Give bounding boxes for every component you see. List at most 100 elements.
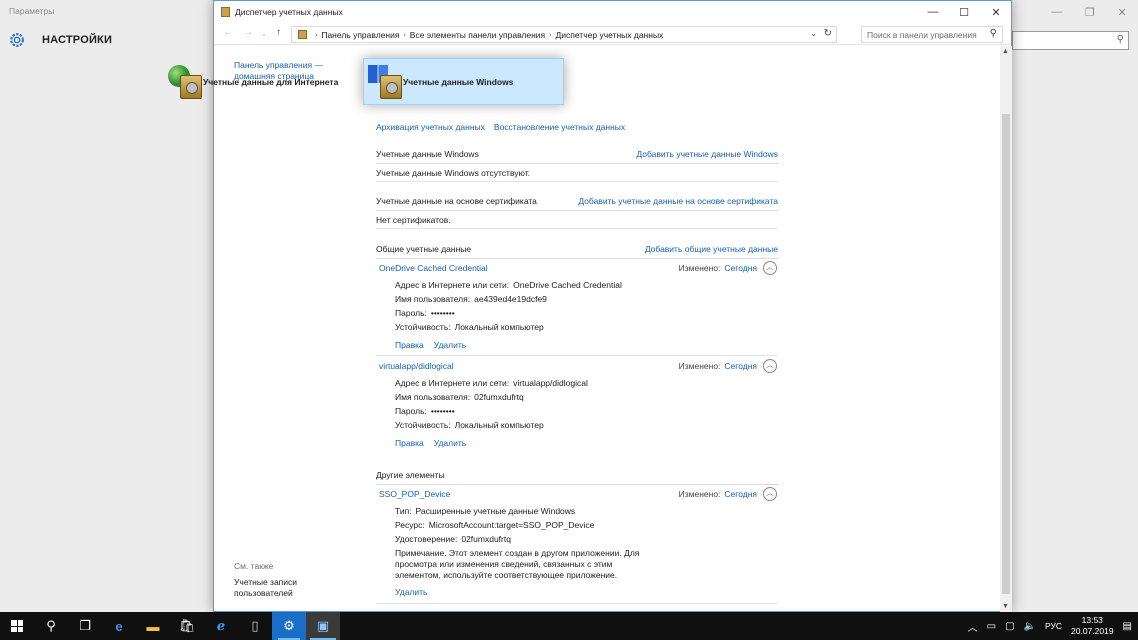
back-arrow-icon[interactable]: ←	[223, 27, 233, 38]
field-label: Имя пользователя:	[395, 294, 471, 304]
scroll-down-icon[interactable]: ▼	[1002, 603, 1009, 610]
modified-label: Изменено:	[678, 263, 721, 273]
settings-heading: НАСТРОЙКИ	[42, 34, 113, 46]
edit-link[interactable]: Правка	[395, 340, 424, 350]
username-value: 02fumxdufrtq	[474, 392, 524, 402]
windows-credentials-section: Учетные данные Windows Добавить учетные …	[376, 146, 778, 164]
credential-actions: Удалить	[395, 587, 427, 597]
credential-name[interactable]: OneDrive Cached Credential	[379, 263, 488, 273]
scroll-up-icon[interactable]: ▲	[1002, 48, 1009, 55]
network-icon[interactable]: ▢	[1005, 621, 1014, 632]
tile-windows-credentials[interactable]: Учетные данные Windows	[363, 58, 564, 105]
scrollbar-thumb[interactable]	[1002, 114, 1010, 594]
address-bar[interactable]: › Панель управления › Все элементы панел…	[291, 26, 837, 43]
breadcrumb-control-panel[interactable]: Панель управления	[321, 30, 399, 40]
persistence-value: Локальный компьютер	[454, 420, 544, 430]
credential-name[interactable]: SSO_POP_Device	[379, 489, 450, 499]
minimize-button[interactable]: —	[917, 1, 949, 23]
hardware-icon[interactable]: ▭	[987, 621, 996, 632]
edge-icon[interactable]: e	[102, 612, 136, 640]
password-value: ••••••••	[430, 308, 455, 318]
notification-icon[interactable]: ▤	[1123, 621, 1132, 632]
tile-web-credentials[interactable]: Учетные данные для Интернета	[164, 58, 360, 105]
settings-icon[interactable]: ⚙	[272, 612, 306, 640]
add-certificate-credential-link[interactable]: Добавить учетные данные на основе сертиф…	[578, 196, 778, 206]
certificate-credentials-section: Учетные данные на основе сертификата Доб…	[376, 193, 778, 211]
delete-link[interactable]: Удалить	[395, 587, 427, 597]
credential-persistence-row: Устойчивость: Локальный компьютер	[395, 420, 544, 430]
credential-actions: Правка Удалить	[395, 438, 466, 448]
credential-modified: Изменено: Сегодня	[679, 361, 757, 371]
language-indicator[interactable]: РУС	[1045, 621, 1062, 631]
delete-link[interactable]: Удалить	[434, 438, 466, 448]
field-label: Пароль:	[395, 308, 427, 318]
close-button[interactable]: ✕	[980, 1, 1012, 23]
settings-search-input[interactable]: ⚲	[1012, 31, 1129, 50]
up-arrow-icon[interactable]: ↑	[276, 27, 281, 38]
minimize-icon[interactable]: —	[1051, 6, 1062, 18]
task-view-icon[interactable]: ❐	[68, 612, 102, 640]
store-icon[interactable]: 🛍	[170, 612, 204, 640]
collapse-chevron-icon[interactable]: ︿	[763, 359, 777, 373]
user-accounts-link[interactable]: Учетные записи пользователей	[234, 577, 314, 599]
modified-label: Изменено:	[678, 489, 721, 499]
start-button[interactable]	[0, 612, 34, 640]
credential-header[interactable]: SSO_POP_Device Изменено: Сегодня ︿	[376, 487, 778, 505]
credential-header[interactable]: OneDrive Cached Credential Изменено: Сег…	[376, 261, 778, 279]
chevron-right-icon[interactable]: ›	[403, 32, 405, 39]
forward-arrow-icon[interactable]: →	[243, 27, 253, 38]
credential-name[interactable]: virtualapp/didlogical	[379, 361, 454, 371]
file-explorer-icon[interactable]: ▬	[136, 612, 170, 640]
credential-password-row: Пароль: ••••••••	[395, 308, 455, 318]
credential-persistence-row: Устойчивость: Локальный компьютер	[395, 322, 544, 332]
edit-link[interactable]: Правка	[395, 438, 424, 448]
username-value: ae439ed4e19dcfe9	[474, 294, 547, 304]
password-value: ••••••••	[430, 406, 455, 416]
breadcrumb-all-items[interactable]: Все элементы панели управления	[410, 30, 545, 40]
chevron-up-icon[interactable]: ︿	[968, 619, 978, 634]
add-generic-credential-link[interactable]: Добавить общие учетные данные	[645, 244, 778, 254]
credential-note: Примечание. Этот элемент создан в другом…	[395, 548, 640, 580]
credential-header[interactable]: virtualapp/didlogical Изменено: Сегодня …	[376, 359, 778, 377]
volume-icon[interactable]: 🔈	[1024, 621, 1036, 632]
section-title: Общие учетные данные	[376, 244, 472, 254]
add-windows-credential-link[interactable]: Добавить учетные данные Windows	[636, 149, 778, 159]
gear-icon[interactable]	[8, 31, 26, 49]
breadcrumb-credential-manager[interactable]: Диспетчер учетных данных	[556, 30, 664, 40]
maximize-icon[interactable]: ❐	[1085, 6, 1095, 19]
credential-address-row: Адрес в Интернете или сети: OneDrive Cac…	[395, 280, 622, 290]
credential-modified: Изменено: Сегодня	[679, 489, 757, 499]
collapse-chevron-icon[interactable]: ︿	[763, 487, 777, 501]
credential-type-row: Тип: Расширенные учетные данные Windows	[395, 506, 575, 516]
credential-username-row: Имя пользователя: ae439ed4e19dcfe9	[395, 294, 547, 304]
recent-chevron-icon[interactable]: ⌄	[261, 30, 267, 38]
backup-credentials-link[interactable]: Архивация учетных данных	[376, 122, 485, 132]
field-label: Тип:	[395, 506, 412, 516]
restore-credentials-link[interactable]: Восстановление учетных данных	[494, 122, 625, 132]
ie-icon[interactable]: ℯ	[204, 612, 238, 640]
collapse-chevron-icon[interactable]: ︿	[763, 261, 777, 275]
chevron-right-icon[interactable]: ›	[315, 32, 317, 39]
chevron-right-icon[interactable]: ›	[549, 32, 551, 39]
divider	[376, 181, 778, 182]
close-icon[interactable]: ✕	[1117, 6, 1126, 19]
search-icon[interactable]: ⚲	[34, 612, 68, 640]
vertical-scrollbar[interactable]: ▲ ▼	[1000, 46, 1012, 612]
search-placeholder: Поиск в панели управления	[867, 30, 977, 40]
settings-window-title: Параметры	[9, 6, 55, 16]
credential-item: OneDrive Cached Credential Изменено: Сег…	[376, 261, 778, 356]
refresh-icon[interactable]: ↻	[824, 28, 832, 39]
maximize-button[interactable]: ☐	[948, 1, 980, 23]
search-icon: ⚲	[1116, 34, 1124, 45]
windows-credentials-icon	[368, 63, 404, 101]
see-also-heading: См. также	[234, 561, 274, 571]
delete-link[interactable]: Удалить	[434, 340, 466, 350]
control-panel-icon[interactable]: ▣	[306, 612, 340, 640]
credential-password-row: Пароль: ••••••••	[395, 406, 455, 416]
notepad-icon[interactable]: ▯	[238, 612, 272, 640]
chevron-down-icon[interactable]: ⌄	[810, 29, 817, 38]
clock[interactable]: 13:53 20.07.2019	[1071, 615, 1114, 637]
search-input[interactable]: Поиск в панели управления ⚲	[861, 26, 1003, 43]
search-icon: ⚲	[989, 28, 997, 39]
breadcrumb: › Панель управления › Все элементы панел…	[315, 30, 663, 40]
